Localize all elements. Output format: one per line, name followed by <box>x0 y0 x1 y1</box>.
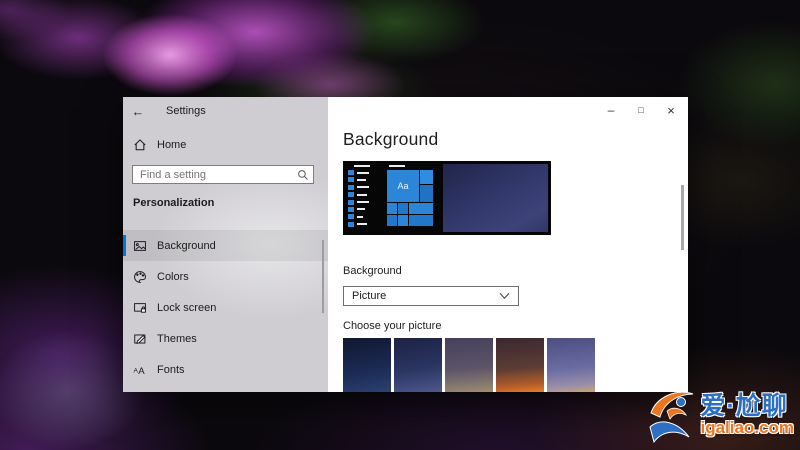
picture-thumbnails <box>343 338 595 392</box>
settings-main: – □ × Background Aa Background Picture C… <box>328 97 688 392</box>
sidebar-item-label: Themes <box>157 332 197 345</box>
sidebar-nav: Background Colors Lock screen Themes A A… <box>123 230 328 385</box>
choose-picture-label: Choose your picture <box>343 320 442 332</box>
watermark: 爱·尬聊 igaliao.com <box>648 386 794 444</box>
preview-settings-list <box>348 165 374 229</box>
minimize-button[interactable]: – <box>596 97 626 123</box>
sidebar-item-home[interactable]: Home <box>123 133 328 157</box>
home-icon <box>133 138 147 152</box>
page-title: Background <box>343 129 439 149</box>
maximize-button[interactable]: □ <box>626 97 656 123</box>
titlebar[interactable]: ← Settings <box>123 97 328 125</box>
sidebar-section-header: Personalization <box>133 197 215 209</box>
settings-sidebar: ← Settings Home Personalization <box>123 97 328 392</box>
search-icon[interactable] <box>293 169 313 181</box>
palette-icon <box>133 270 147 284</box>
picture-thumbnail[interactable] <box>343 338 391 392</box>
watermark-site: igaliao.com <box>700 418 794 438</box>
sidebar-item-lock-screen[interactable]: Lock screen <box>123 292 328 323</box>
sidebar-item-fonts[interactable]: A A Fonts <box>123 354 328 385</box>
sidebar-item-label: Fonts <box>157 363 185 376</box>
themes-icon <box>133 332 147 346</box>
background-field-label: Background <box>343 265 402 277</box>
search-input[interactable] <box>133 168 293 181</box>
sidebar-item-label: Background <box>157 239 216 252</box>
picture-thumbnail[interactable] <box>496 338 544 392</box>
selected-accent-bar <box>123 235 126 256</box>
sidebar-item-themes[interactable]: Themes <box>123 323 328 354</box>
sidebar-item-label: Home <box>157 139 187 151</box>
picture-thumbnail[interactable] <box>547 338 595 392</box>
fonts-icon: A A <box>133 363 147 377</box>
preview-start-menu: Aa <box>387 165 434 226</box>
window-controls: – □ × <box>596 97 686 123</box>
window-title: Settings <box>166 105 206 117</box>
theme-preview-image: Aa <box>343 161 551 235</box>
search-box <box>132 165 314 184</box>
sidebar-scrollbar[interactable] <box>322 240 324 313</box>
svg-text:A: A <box>138 365 145 376</box>
sidebar-item-background[interactable]: Background <box>123 230 328 261</box>
preview-desktop <box>443 164 548 232</box>
chevron-down-icon <box>499 292 510 300</box>
picture-thumbnail[interactable] <box>394 338 442 392</box>
picture-thumbnail[interactable] <box>445 338 493 392</box>
background-type-dropdown[interactable]: Picture <box>343 286 519 306</box>
preview-start-tile: Aa <box>387 170 419 202</box>
image-icon <box>133 239 147 253</box>
watermark-logo-icon <box>648 386 696 444</box>
sidebar-item-label: Lock screen <box>157 301 217 314</box>
main-scrollbar[interactable] <box>681 185 684 250</box>
lock-screen-icon <box>133 301 147 315</box>
sidebar-item-label: Colors <box>157 270 189 283</box>
watermark-text: 爱·尬聊 igaliao.com <box>700 391 794 438</box>
sidebar-item-colors[interactable]: Colors <box>123 261 328 292</box>
dropdown-value: Picture <box>352 290 387 302</box>
settings-window: ← Settings Home Personalization <box>123 97 688 392</box>
back-button[interactable]: ← <box>123 104 153 119</box>
close-button[interactable]: × <box>656 97 686 123</box>
watermark-title: 爱·尬聊 <box>700 391 788 420</box>
